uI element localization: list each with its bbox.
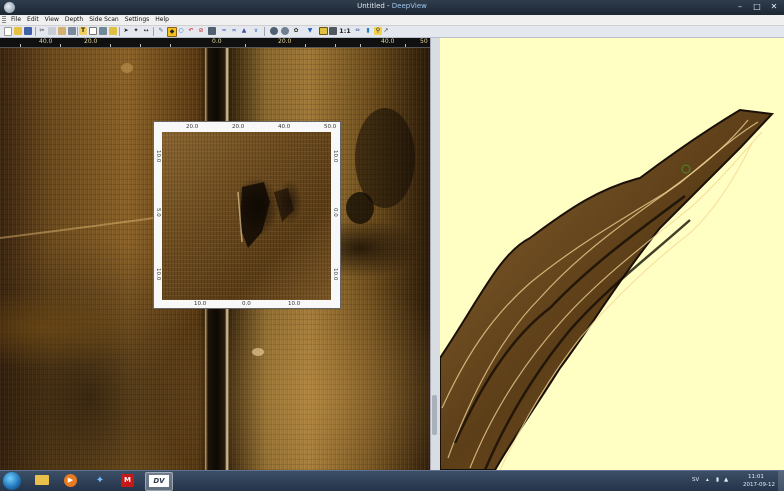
maximize-icon: □ [753,2,761,11]
cut-icon[interactable]: ✂ [38,27,46,35]
show-desktop-button[interactable] [778,471,784,491]
mag-left-tick: 10.0 [155,150,161,163]
start-button[interactable] [3,472,21,490]
taskbar: ▶ ✦ M DV SV ▴ ▮ ▲ 11:01 2017-09-12 [0,470,784,491]
menu-view[interactable]: View [42,15,62,24]
bar-chart-icon[interactable]: ▮ [364,27,372,35]
toolbar-separator [264,27,265,36]
tray-expand-icon[interactable]: ▴ [706,477,709,484]
security-icon: M [121,474,134,487]
save-icon[interactable] [24,27,32,35]
deepview-icon: DV [149,475,169,487]
new-file-icon[interactable] [4,27,12,36]
language-indicator[interactable]: SV [692,477,699,484]
taskbar-explorer[interactable] [29,472,55,489]
mag-right-tick: 10.0 [332,268,338,281]
map-view[interactable] [440,38,784,470]
pan-icon[interactable]: ✦ [132,27,140,35]
menu-depth[interactable]: Depth [62,15,86,24]
open-folder-icon[interactable] [14,27,22,35]
window-title: Untitled - DeepView [0,2,784,10]
mag-left-tick: 10.0 [155,268,161,281]
folder-icon [35,475,49,485]
waypoint-icon[interactable]: ≈ [220,27,228,35]
settings-icon[interactable]: ✿ [292,27,300,35]
mag-top-tick: 50.0 [324,124,337,130]
record-icon[interactable] [270,27,278,35]
draw-line-icon[interactable]: ✏ [354,27,362,35]
mag-top-tick: 20.0 [186,124,199,130]
sonar-mosaic-track [440,108,775,470]
taskbar-media-player[interactable]: ▶ [58,472,84,489]
mag-bottom-tick: 0.0 [242,301,251,307]
magnifier-inset[interactable]: 20.0 20.0 40.0 50.0 10.0 0.0 10.0 10.0 5… [153,121,341,309]
menu-file[interactable]: File [8,15,24,24]
taskbar-deepview[interactable]: DV [145,472,173,491]
undo-icon[interactable]: ↶ [187,27,195,35]
mag-right-tick: 10.0 [332,150,338,163]
wreck-target [237,182,294,248]
mag-top-tick: 20.0 [232,124,245,130]
boat-icon[interactable]: ▲ [240,27,248,35]
print-icon[interactable] [68,27,76,35]
chart-icon[interactable]: ∨ [252,27,260,35]
mag-bottom-tick: 10.0 [194,301,207,307]
stop-icon[interactable]: ⊘ [197,27,205,35]
taskbar-network-tool[interactable]: ✦ [87,472,113,489]
measure-icon[interactable]: ↔ [142,27,150,35]
playback-icon[interactable] [281,27,289,35]
zoom-icon[interactable]: ○ [177,27,185,35]
network-icon[interactable]: ▮ [716,477,719,484]
pointer-icon[interactable]: ➤ [122,27,130,35]
image-icon[interactable] [99,27,107,35]
volume-icon[interactable]: ▲ [724,477,728,484]
copy-icon[interactable] [48,27,56,35]
layers-icon[interactable] [329,27,337,35]
media-player-icon: ▶ [64,474,77,487]
document-title: Untitled - [357,2,392,10]
clock-date[interactable]: 2017-09-12 [743,482,775,489]
taskbar-security[interactable]: M [115,472,141,489]
text-tool-icon[interactable]: T [79,27,87,35]
minimize-button[interactable]: – [733,2,747,12]
menu-settings[interactable]: Settings [122,15,153,24]
clock-time[interactable]: 11:01 [748,474,764,481]
target-icon[interactable]: ◆ [167,27,177,37]
menu-side-scan[interactable]: Side Scan [86,15,121,24]
menu-bar: File Edit View Depth Side Scan Settings … [0,15,784,26]
mag-right-tick: 0.0 [332,208,338,217]
export-icon[interactable]: ↗ [382,27,390,35]
app-title: DeepView [391,2,427,10]
search-icon[interactable]: ⚲ [374,27,382,35]
toolbar-separator [119,27,120,36]
menu-help[interactable]: Help [152,15,172,24]
mag-top-tick: 40.0 [278,124,291,130]
mag-left-tick: 5.0 [155,208,161,217]
pencil-icon[interactable]: ✎ [157,27,165,35]
maximize-button[interactable]: □ [750,2,764,12]
palette-icon[interactable] [319,27,328,35]
camera-icon[interactable] [208,27,216,35]
minimize-icon: – [738,2,742,11]
mag-bottom-tick: 10.0 [288,301,301,307]
scrollbar-thumb[interactable] [432,395,437,435]
toolbar-separator [35,27,36,36]
close-icon: ✕ [770,2,778,11]
title-bar: Untitled - DeepView – □ ✕ [0,0,784,15]
close-button[interactable]: ✕ [767,2,781,12]
menu-grip[interactable] [2,16,6,24]
menu-edit[interactable]: Edit [24,15,42,24]
magnified-sonar-image [162,132,331,300]
sticky-note-icon[interactable] [109,27,117,35]
track-icon[interactable]: ≍ [230,27,238,35]
scale-button[interactable]: 1:1 [339,27,351,35]
frame-icon[interactable] [89,27,97,35]
filter-icon[interactable]: ▼ [306,27,314,35]
toolbar: ✂ T ➤ ✦ ↔ ✎ ◆ ○ ↶ ⊘ ≈ ≍ ▲ ∨ ✿ ▼ 1:1 ✏ ▮ … [0,26,784,38]
network-tool-icon: ✦ [95,475,105,486]
toolbar-separator [77,27,78,36]
toolbar-separator [153,27,154,36]
paste-icon[interactable] [58,27,66,35]
